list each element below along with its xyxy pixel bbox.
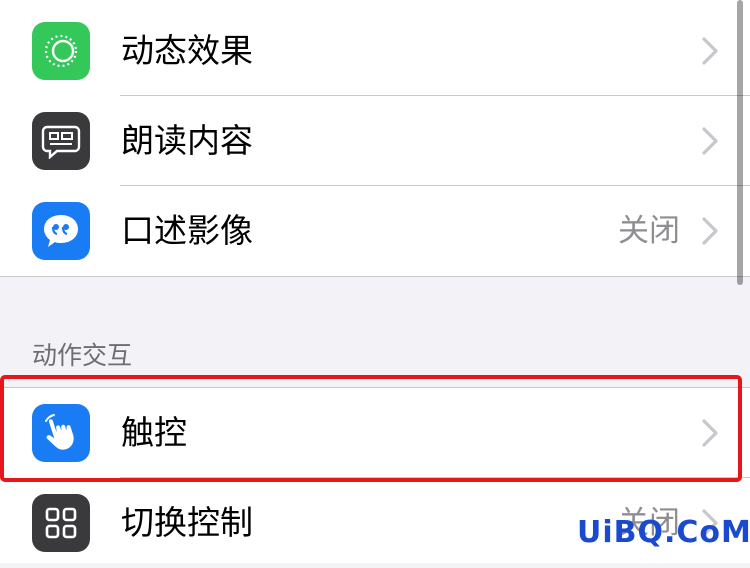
row-spoken-content[interactable]: 朗读内容: [0, 96, 750, 186]
row-label: 切换控制: [121, 503, 253, 542]
scrollbar[interactable]: [737, 0, 743, 285]
motion-effect-icon: [32, 22, 90, 80]
row-audio-description[interactable]: 口述影像 关闭: [0, 186, 750, 276]
settings-group-top: 动态效果 朗读内容 口述影像 关闭: [0, 0, 750, 277]
spoken-content-icon: [32, 112, 90, 170]
chevron-right-icon: [702, 37, 718, 65]
row-motion-effects[interactable]: 动态效果: [0, 6, 750, 96]
row-label: 动态效果: [121, 31, 253, 70]
row-label: 触控: [121, 413, 187, 452]
audio-description-icon: [32, 202, 90, 260]
row-label: 口述影像: [121, 211, 253, 250]
row-label: 朗读内容: [121, 121, 253, 160]
switch-control-grid-icon: [32, 494, 90, 552]
chevron-right-icon: [702, 217, 718, 245]
watermark: UiBQ.CoM: [577, 515, 750, 550]
row-value: 关闭: [618, 213, 680, 249]
touch-hand-icon: [32, 404, 90, 462]
chevron-right-icon: [702, 127, 718, 155]
chevron-right-icon: [702, 419, 718, 447]
row-touch[interactable]: 触控: [0, 388, 750, 478]
section-header-interaction: 动作交互: [32, 341, 133, 370]
